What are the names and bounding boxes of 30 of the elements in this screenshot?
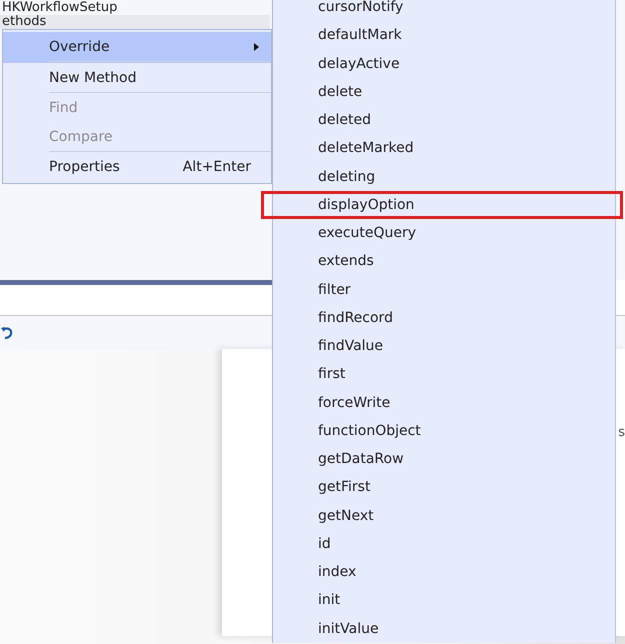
menu-item[interactable]: delayActive [273,50,615,78]
menu-item[interactable]: first [273,360,615,388]
menu-item[interactable]: getNext [273,502,615,530]
menu-item[interactable]: extends [273,247,615,276]
menu-item[interactable]: cursorNotify [273,0,615,22]
menu-item[interactable]: filter [273,276,615,304]
menu-item[interactable]: deleting [273,162,615,191]
menu-item[interactable]: displayOption [261,190,623,219]
tree-item[interactable]: HKWorkflowSetup [0,0,270,15]
menu-item[interactable]: deleted [273,106,615,134]
menu-item[interactable]: getFirst [273,473,615,502]
menu-item[interactable]: findValue [273,332,615,360]
menu-item[interactable]: findRecord [273,304,615,332]
card-text: s [618,425,625,441]
menu-item[interactable]: index [273,558,615,586]
menu-item[interactable]: init [273,586,615,614]
menu-item[interactable]: Properties Alt+Enter [3,153,271,181]
submenu-arrow-icon [254,43,259,51]
menu-item[interactable]: id [273,530,615,558]
undo-icon[interactable] [1,326,13,340]
menu-item[interactable]: getDataRow [273,445,615,474]
menu-item[interactable]: executeQuery [273,219,615,248]
menu-item[interactable]: functionObject [273,416,615,445]
menu-item[interactable]: deleteMarked [273,134,615,162]
menu-item[interactable]: defaultMark [273,21,615,50]
menu-item[interactable]: forceWrite [273,388,615,417]
tree-item[interactable]: ethods [0,15,270,29]
menu-item[interactable]: Override [3,32,271,63]
menu-item[interactable]: delete [273,78,615,106]
menu-item[interactable]: initValue [273,614,615,643]
